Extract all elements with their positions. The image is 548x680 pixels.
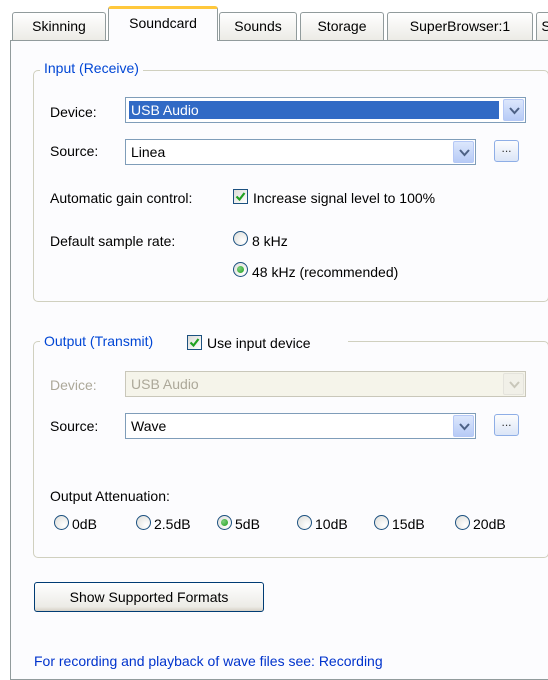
input-device-label: Device: [50,104,97,120]
tab-overflow[interactable]: S [536,12,548,40]
tab-label: Skinning [32,18,86,34]
tab-label: Soundcard [129,15,197,31]
output-source-browse-button[interactable]: ... [494,414,519,436]
atten-5db-radio[interactable] [217,515,232,530]
output-source-combo[interactable]: Wave [125,413,476,439]
chevron-down-icon [509,381,520,389]
attenuation-label: Output Attenuation: [50,488,170,504]
atten-0db-label[interactable]: 0dB [72,516,97,532]
radio-selected-dot [221,519,228,526]
rate-48khz-label[interactable]: 48 kHz (recommended) [252,264,398,280]
atten-5db-label[interactable]: 5dB [235,516,260,532]
input-device-combo[interactable]: USB Audio [125,97,526,123]
atten-10db-label[interactable]: 10dB [315,516,348,532]
input-device-value: USB Audio [129,101,499,119]
input-source-label: Source: [50,143,99,159]
chevron-down-icon [459,423,470,431]
tab-label: SuperBrowser:1 [409,18,511,34]
recording-info-link[interactable]: For recording and playback of wave files… [34,653,383,669]
tab-storage[interactable]: Storage [300,12,384,40]
output-source-label: Source: [50,418,99,434]
tab-superbrowser[interactable]: SuperBrowser:1 [387,12,533,40]
radio-selected-dot [237,266,244,273]
agc-checkbox-label[interactable]: Increase signal level to 100% [253,190,435,206]
chevron-down-icon [459,149,470,157]
sample-rate-label: Default sample rate: [50,233,176,249]
output-source-dropdown-button[interactable] [453,415,474,437]
input-source-combo[interactable]: Linea [125,139,476,165]
atten-20db-label[interactable]: 20dB [473,516,506,532]
output-device-combo: USB Audio [125,371,526,397]
input-device-dropdown-button[interactable] [503,99,524,121]
tab-soundcard[interactable]: Soundcard [108,6,218,41]
agc-checkbox[interactable] [233,189,248,204]
rate-48khz-radio[interactable] [233,262,248,277]
atten-2-5db-radio[interactable] [136,515,151,530]
tab-strip: Skinning Sounds Storage SuperBrowser:1 S… [0,0,548,44]
input-source-dropdown-button[interactable] [453,141,474,163]
tab-label: S [541,18,548,34]
atten-0db-radio[interactable] [54,515,69,530]
atten-2-5db-label[interactable]: 2.5dB [154,516,191,532]
input-source-value: Linea [131,144,166,160]
input-source-browse-button[interactable]: ... [494,140,519,162]
atten-15db-radio[interactable] [374,515,389,530]
show-supported-formats-button[interactable]: Show Supported Formats [34,582,264,612]
atten-10db-radio[interactable] [297,515,312,530]
rate-8khz-radio[interactable] [233,231,248,246]
check-icon [235,192,246,202]
input-group-legend: Input (Receive) [40,60,143,76]
rate-8khz-label[interactable]: 8 kHz [252,233,288,249]
check-icon [189,338,200,348]
use-input-device-label[interactable]: Use input device [207,335,311,351]
tab-label: Sounds [234,18,282,34]
chevron-down-icon [509,107,520,115]
tab-sounds[interactable]: Sounds [219,12,297,40]
tab-label: Storage [317,18,367,34]
output-device-label: Device: [50,377,97,393]
output-source-value: Wave [131,418,167,434]
atten-15db-label[interactable]: 15dB [392,516,425,532]
output-group-title: Output (Transmit) [44,333,154,349]
use-input-device-checkbox[interactable] [187,335,202,350]
atten-20db-radio[interactable] [455,515,470,530]
agc-label: Automatic gain control: [50,190,193,206]
output-device-value: USB Audio [131,376,199,392]
tab-skinning[interactable]: Skinning [12,12,106,40]
output-device-dropdown-button [503,373,524,395]
